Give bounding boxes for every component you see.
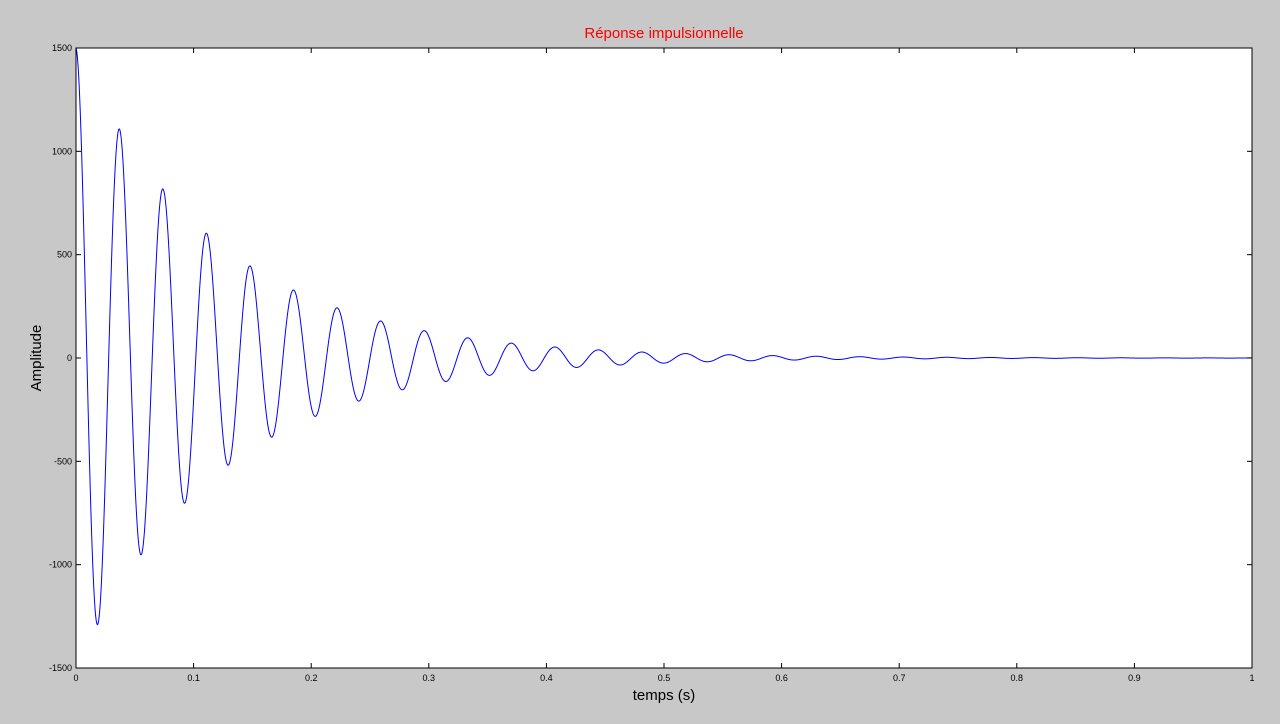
y-tick-label: -500 [54,456,72,466]
x-tick-label: 0.1 [187,673,200,683]
x-axis-label: temps (s) [633,687,696,704]
x-tick-label: 1 [1249,673,1254,683]
y-tick-label: 0 [67,353,72,363]
x-tick-label: 0.2 [305,673,318,683]
x-tick-label: 0 [73,673,78,683]
x-tick-label: 0.7 [893,673,906,683]
y-tick-label: -1500 [49,663,72,673]
x-tick-label: 0.6 [775,673,788,683]
y-tick-label: 1000 [52,146,72,156]
impulse-response-chart: 0 0.1 0.2 0.3 0.4 0.5 0.6 0.7 0.8 0.9 1 -1500 -1000 -… [28,25,1255,704]
y-axis-label: Amplitude [28,325,45,392]
x-tick-label: 0.8 [1011,673,1024,683]
x-tick-label: 0.3 [423,673,436,683]
x-tick-label: 0.4 [540,673,553,683]
y-tick-label: 500 [57,250,72,260]
figure-window: 0 0.1 0.2 0.3 0.4 0.5 0.6 0.7 0.8 0.9 1 -1500 -1000 -… [0,0,1280,719]
y-tick-label: -1000 [49,560,72,570]
x-tick-label: 0.5 [658,673,671,683]
x-tick-label: 0.9 [1128,673,1141,683]
chart-title: Réponse impulsionnelle [584,25,743,42]
y-tick-label: 1500 [52,43,72,53]
